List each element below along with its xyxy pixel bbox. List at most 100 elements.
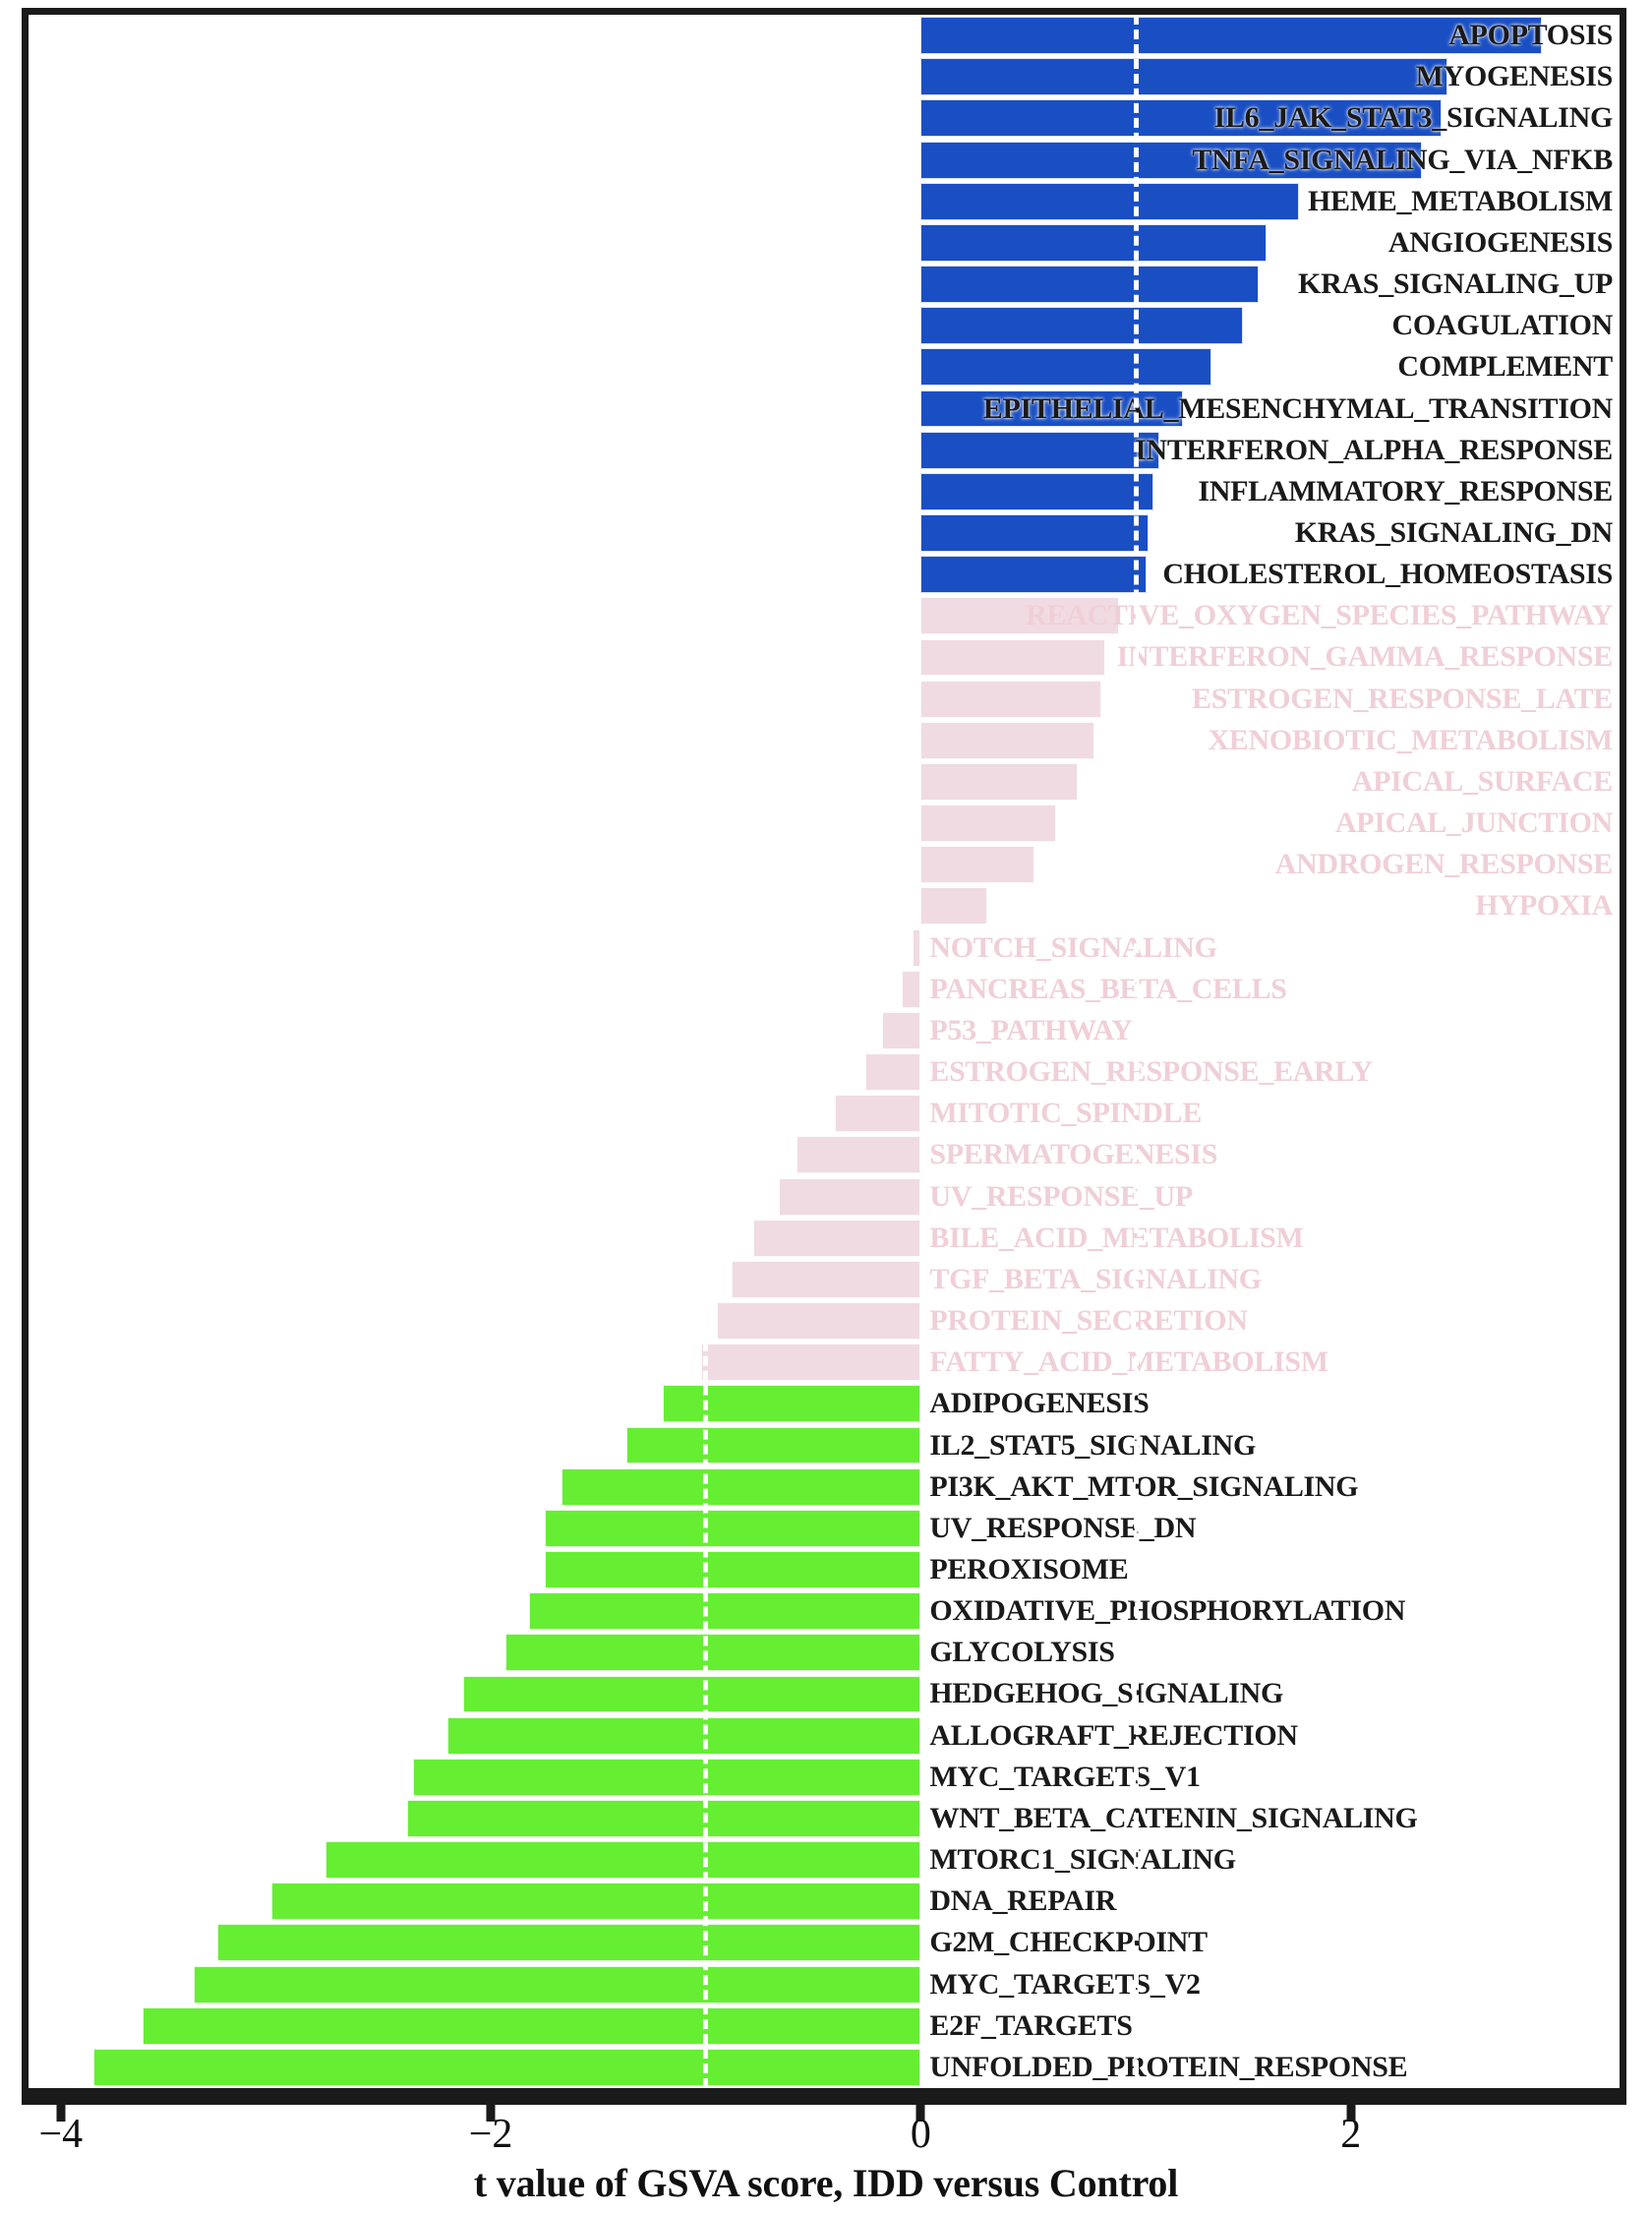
bar-row: OXIDATIVE_PHOSPHORYLATION: [29, 1592, 1620, 1631]
bar-row: GLYCOLYSIS: [29, 1634, 1620, 1672]
bar-row: HYPOXIA: [29, 887, 1620, 926]
bar-adipogenesis: [663, 1385, 921, 1423]
bar-label: MYOGENESIS: [1415, 60, 1614, 93]
bar-mitotic-spindle: [834, 1095, 921, 1133]
bar-row: PEROXISOME: [29, 1551, 1620, 1588]
bar-row: MTORC1_SIGNALING: [29, 1841, 1620, 1880]
bar-e2f-targets: [142, 2006, 921, 2045]
bar-row: INTERFERON_ALPHA_RESPONSE: [29, 431, 1620, 469]
bar-label: APICAL_SURFACE: [1351, 764, 1614, 798]
bar-hedgehog-signaling: [462, 1675, 921, 1713]
bar-row: IL2_STAT5_SIGNALING: [29, 1426, 1620, 1465]
bar-row: COAGULATION: [29, 307, 1620, 345]
bar-label: COAGULATION: [1391, 309, 1614, 342]
bar-label: CHOLESTEROL_HOMEOSTASIS: [1162, 558, 1613, 591]
bar-row: MITOTIC_SPINDLE: [29, 1095, 1620, 1133]
bar-row: INTERFERON_GAMMA_RESPONSE: [29, 638, 1620, 677]
bar-mtorc1-signaling: [324, 1841, 921, 1880]
bar-row: CHOLESTEROL_HOMEOSTASIS: [29, 556, 1620, 594]
bar-label: PI3K_AKT_MTOR_SIGNALING: [929, 1469, 1359, 1503]
bar-fatty-acid-metabolism: [701, 1344, 921, 1382]
bar-row: COMPLEMENT: [29, 348, 1620, 387]
bar-row: NOTCH_SIGNALING: [29, 928, 1620, 967]
bar-label: G2M_CHECKPOINT: [929, 1926, 1208, 1959]
x-axis-line: [22, 2095, 1626, 2122]
bar-row: UV_RESPONSE_DN: [29, 1509, 1620, 1547]
bar-row: DNA_REPAIR: [29, 1883, 1620, 1921]
x-axis-title: t value of GSVA score, IDD versus Contro…: [473, 2161, 1179, 2205]
bar-label: KRAS_SIGNALING_DN: [1294, 515, 1614, 549]
bar-peroxisome: [544, 1551, 921, 1588]
bar-label: ALLOGRAFT_REJECTION: [929, 1718, 1298, 1752]
bar-label: ESTROGEN_RESPONSE_EARLY: [929, 1055, 1373, 1089]
bar-row: APICAL_SURFACE: [29, 762, 1620, 801]
bar-unfolded-protein-response: [92, 2048, 921, 2086]
x-tick-label: −2: [468, 2112, 513, 2157]
bar-spermatogenesis: [796, 1136, 921, 1174]
bar-row: HEDGEHOG_SIGNALING: [29, 1675, 1620, 1713]
bar-label: PROTEIN_SECRETION: [929, 1304, 1248, 1338]
bar-row: KRAS_SIGNALING_DN: [29, 514, 1620, 552]
plot-area: APOPTOSIS MYOGENESIS IL6_JAK_STAT3_SIGNALI…: [29, 15, 1620, 2088]
bar-row: PANCREAS_BETA_CELLS: [29, 970, 1620, 1008]
bar-label: UV_RESPONSE_UP: [929, 1179, 1193, 1213]
bar-tgf-beta-signaling: [731, 1260, 921, 1298]
bar-row: ADIPOGENESIS: [29, 1385, 1620, 1423]
bar-label: HEDGEHOG_SIGNALING: [929, 1677, 1284, 1710]
x-tick-label: −4: [38, 2112, 84, 2157]
bar-myc-targets-v1: [413, 1758, 921, 1796]
bar-label: REACTIVE_OXYGEN_SPECIES_PATHWAY: [1026, 599, 1613, 632]
bar-label: UNFOLDED_PROTEIN_RESPONSE: [929, 2050, 1408, 2083]
bar-row: E2F_TARGETS: [29, 2006, 1620, 2045]
bar-row: XENOBIOTIC_METABOLISM: [29, 721, 1620, 759]
bar-row: TGF_BETA_SIGNALING: [29, 1260, 1620, 1298]
x-tick-label: 0: [910, 2112, 931, 2157]
bar-il2-stat5-signaling: [625, 1426, 921, 1465]
bar-row: ALLOGRAFT_REJECTION: [29, 1716, 1620, 1755]
bar-allograft-rejection: [447, 1716, 921, 1755]
bar-label: MYC_TARGETS_V2: [929, 1967, 1201, 2001]
bar-label: EPITHELIAL_MESENCHYMAL_TRANSITION: [982, 391, 1614, 425]
bar-row: APICAL_JUNCTION: [29, 805, 1620, 843]
bar-estrogen-response-early: [864, 1053, 921, 1092]
bar-row: ANDROGEN_RESPONSE: [29, 846, 1620, 884]
gsva-bar-chart-figure: APOPTOSIS MYOGENESIS IL6_JAK_STAT3_SIGNALI…: [0, 0, 1652, 2213]
bar-row: APOPTOSIS: [29, 17, 1620, 55]
bar-label: FATTY_ACID_METABOLISM: [929, 1346, 1328, 1379]
bar-label: ANGIOGENESIS: [1387, 225, 1613, 259]
bar-label: IL2_STAT5_SIGNALING: [929, 1428, 1257, 1462]
bar-row: MYC_TARGETS_V1: [29, 1758, 1620, 1796]
bar-label: DNA_REPAIR: [929, 1884, 1117, 1918]
bar-label: NOTCH_SIGNALING: [929, 930, 1217, 964]
bar-row: UNFOLDED_PROTEIN_RESPONSE: [29, 2048, 1620, 2086]
bar-row: IL6_JAK_STAT3_SIGNALING: [29, 99, 1620, 138]
bar-label: INFLAMMATORY_RESPONSE: [1198, 474, 1613, 508]
bar-uv-response-up: [779, 1177, 921, 1216]
bar-row: PI3K_AKT_MTOR_SIGNALING: [29, 1467, 1620, 1506]
bar-label: APOPTOSIS: [1448, 19, 1613, 52]
bar-label: GLYCOLYSIS: [929, 1636, 1115, 1669]
bar-g2m-checkpoint: [217, 1924, 921, 1962]
bar-label: MITOTIC_SPINDLE: [929, 1097, 1203, 1130]
bar-wnt-beta-catenin-signaling: [406, 1799, 921, 1837]
bar-label: SPERMATOGENESIS: [929, 1138, 1218, 1171]
bar-label: MYC_TARGETS_V1: [929, 1760, 1201, 1793]
bar-row: HEME_METABOLISM: [29, 182, 1620, 220]
bar-row: EPITHELIAL_MESENCHYMAL_TRANSITION: [29, 389, 1620, 428]
bar-row: ESTROGEN_RESPONSE_LATE: [29, 680, 1620, 718]
bar-label: BILE_ACID_METABOLISM: [929, 1221, 1304, 1254]
bar-row: ESTROGEN_RESPONSE_EARLY: [29, 1053, 1620, 1092]
bar-row: SPERMATOGENESIS: [29, 1136, 1620, 1174]
bar-label: WNT_BETA_CATENIN_SIGNALING: [929, 1801, 1418, 1834]
bar-glycolysis: [505, 1634, 921, 1672]
bar-label: HYPOXIA: [1475, 889, 1613, 923]
bar-label: ANDROGEN_RESPONSE: [1274, 848, 1614, 881]
bar-row: MYC_TARGETS_V2: [29, 1965, 1620, 2004]
bar-label: IL6_JAK_STAT3_SIGNALING: [1213, 101, 1614, 135]
bar-row: ANGIOGENESIS: [29, 223, 1620, 262]
bar-label: INTERFERON_GAMMA_RESPONSE: [1116, 640, 1614, 674]
bar-label: HEME_METABOLISM: [1308, 184, 1613, 217]
bar-row: FATTY_ACID_METABOLISM: [29, 1344, 1620, 1382]
x-tick-label: 2: [1340, 2112, 1362, 2157]
bar-label: ESTROGEN_RESPONSE_LATE: [1192, 682, 1613, 715]
